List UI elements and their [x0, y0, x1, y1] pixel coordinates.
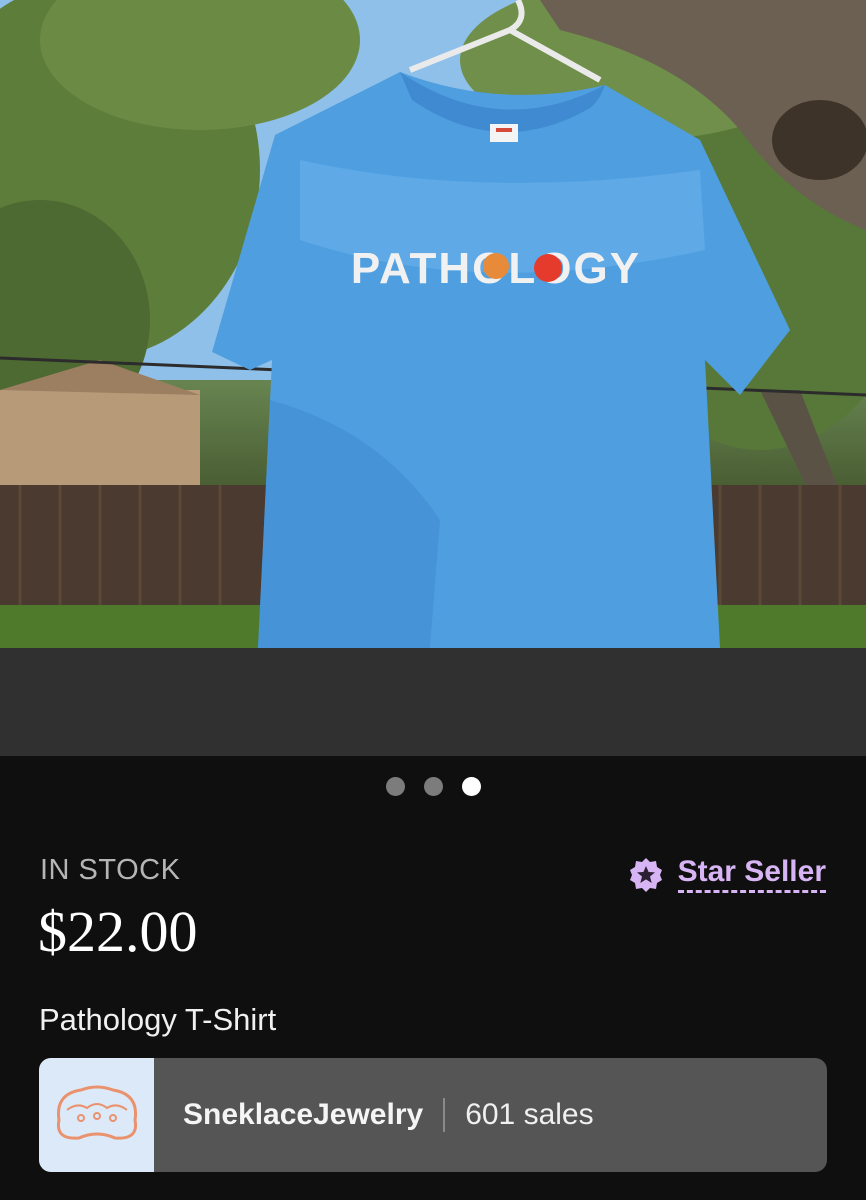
carousel-dot-2[interactable]	[423, 776, 443, 796]
star-badge-icon	[629, 857, 662, 892]
carousel-dot-1[interactable]	[385, 776, 405, 796]
star-seller-label: Star Seller	[677, 856, 826, 893]
stock-status: IN STOCK	[40, 854, 181, 886]
shop-name: SneklaceJewelry	[183, 1098, 424, 1131]
product-photo[interactable]: PATHOLOGY	[0, 0, 866, 648]
shop-card[interactable]: SneklaceJewelry 601 sales	[39, 1058, 827, 1172]
shop-logo-icon	[56, 1085, 137, 1140]
shop-logo	[39, 1058, 154, 1172]
shop-divider	[443, 1098, 446, 1132]
carousel-dot-3[interactable]	[461, 776, 481, 796]
product-price: $22.00	[38, 899, 198, 964]
shop-sales: 601 sales	[465, 1098, 594, 1131]
carousel-indicator	[0, 776, 866, 796]
star-seller-badge[interactable]: Star Seller	[628, 856, 826, 893]
image-backdrop	[0, 648, 866, 756]
product-title: Pathology T-Shirt	[39, 1002, 277, 1037]
